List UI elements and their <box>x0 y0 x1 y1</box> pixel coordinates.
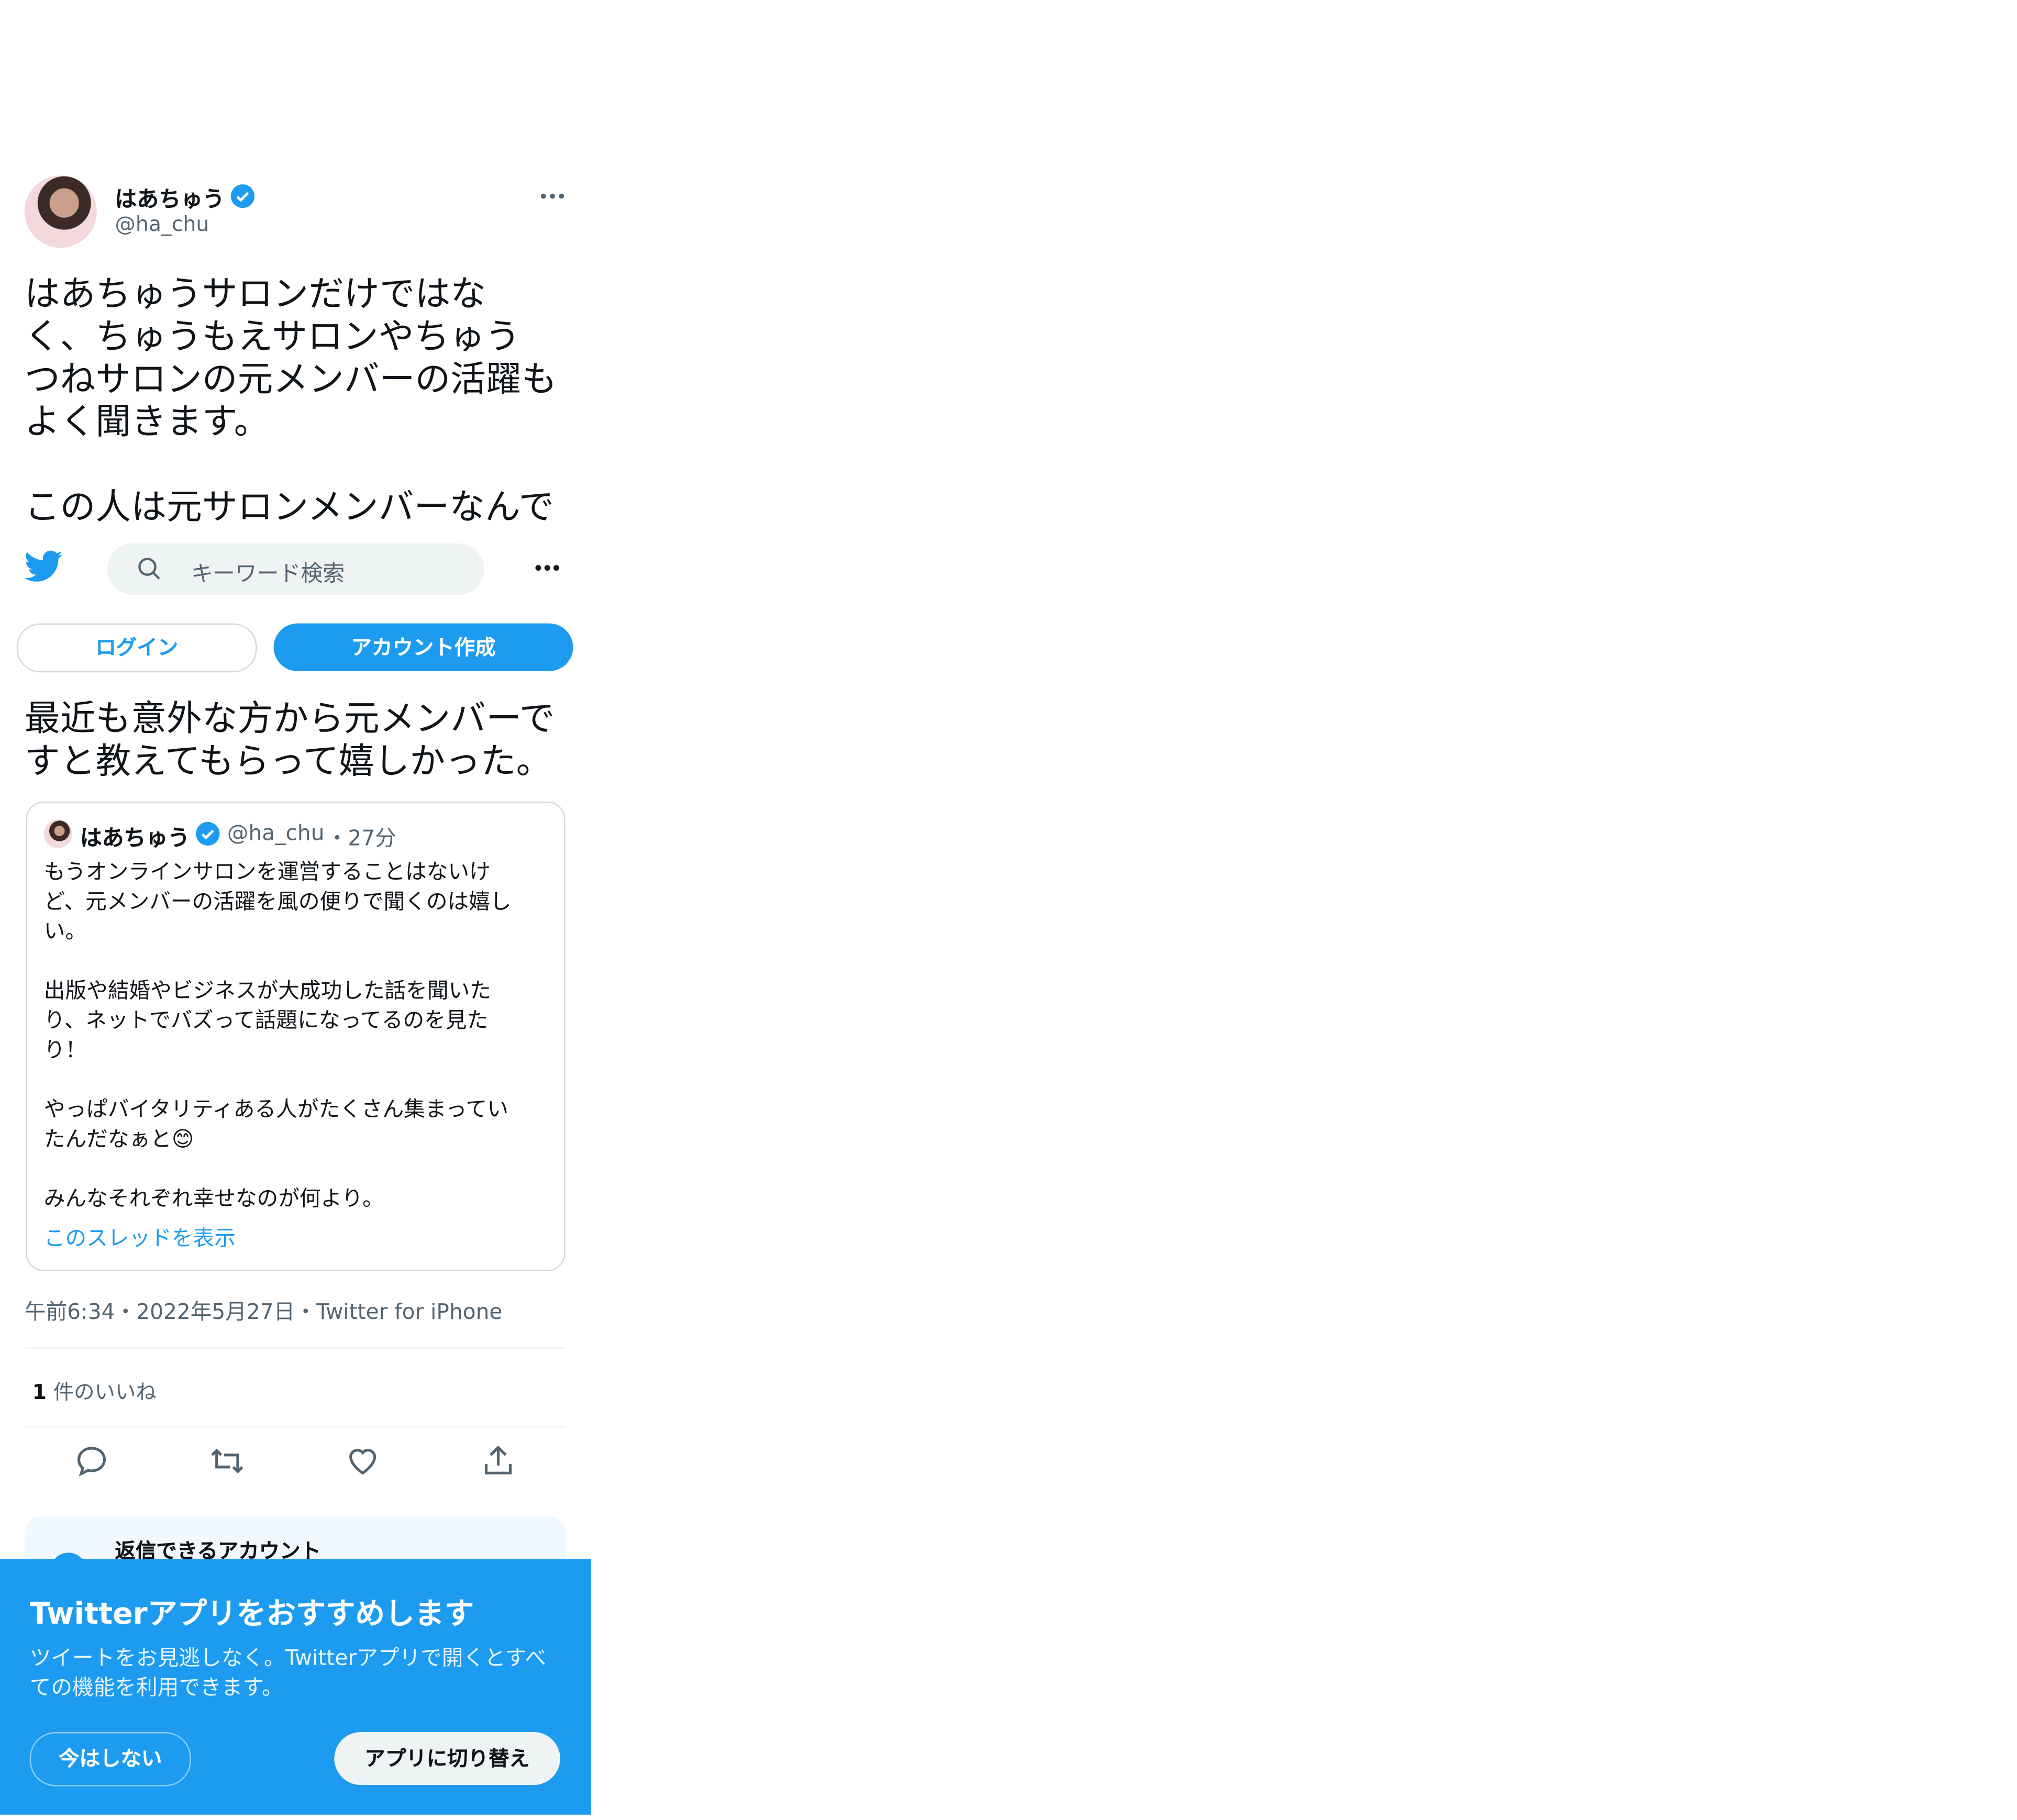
likes-number: 1 <box>32 1380 47 1404</box>
quote-line: やっぱバイタリティある人がたくさん集まってい <box>43 1097 508 1122</box>
quote-line: もうオンラインサロンを運営することはないけ <box>43 859 491 884</box>
login-button[interactable]: ログイン <box>17 623 257 673</box>
switch-to-app-button[interactable]: アプリに切り替え <box>334 1732 560 1785</box>
tweet-line <box>25 444 567 486</box>
signup-button[interactable]: アカウント作成 <box>273 623 573 671</box>
likes-label: 件のいいね <box>47 1380 157 1404</box>
tweet-line: はあちゅうサロンだけではな <box>24 273 486 315</box>
quoted-author-name: はあちゅう <box>80 826 190 852</box>
banner-title: Twitterアプリをおすすめします <box>29 1597 474 1632</box>
quoted-author-handle: @ha_chu <box>227 820 325 846</box>
twitter-bird-icon[interactable] <box>24 550 63 583</box>
tweet-line: よく聞きます。 <box>24 401 270 443</box>
more-icon[interactable] <box>538 187 567 205</box>
tweet-text: はあちゅうサロンだけではな く、ちゅうもえサロンやちゅう つねサロンの元メンバー… <box>25 274 567 529</box>
banner-text: ツイートをお見逃しなく。Twitterアプリで開くとすべ ての機能を利用できます… <box>30 1643 566 1702</box>
quote-line <box>44 1154 547 1184</box>
tweet-line: すと教えてもらって嬉しかった。 <box>24 740 552 782</box>
not-now-button[interactable]: 今はしない <box>29 1732 191 1786</box>
share-icon[interactable] <box>480 1443 516 1479</box>
tweet-line: つねサロンの元メンバーの活躍も <box>24 359 557 401</box>
search-icon <box>138 558 160 580</box>
tweet-text-continued: 最近も意外な方から元メンバーで すと教えてもらって嬉しかった。 <box>25 698 567 784</box>
reply-icon[interactable] <box>74 1443 110 1479</box>
more-menu-icon[interactable] <box>533 560 561 576</box>
divider <box>24 1426 566 1428</box>
banner-line: ての機能を利用できます。 <box>29 1675 283 1700</box>
tweet-line: 最近も意外な方から元メンバーで <box>24 698 555 740</box>
author-handle[interactable]: @ha_chu <box>115 212 209 236</box>
quoted-tweet-text: もうオンラインサロンを運営することはないけ ど、元メンバーの活躍を風の便りで聞く… <box>44 857 547 1213</box>
search-placeholder[interactable]: キーワード検索 <box>191 555 345 587</box>
verified-icon <box>196 822 220 846</box>
quote-line: 出版や結婚やビジネスが大成功した話を聞いた <box>43 978 491 1003</box>
quote-line: り！ <box>43 1037 87 1062</box>
show-thread-link[interactable]: このスレッドを表示 <box>44 1221 236 1252</box>
retweet-icon[interactable] <box>209 1443 245 1479</box>
like-icon[interactable] <box>345 1443 381 1479</box>
quoted-tweet-time: ・27分 <box>326 826 396 851</box>
quote-line: い。 <box>43 919 87 944</box>
divider <box>24 1347 566 1349</box>
verified-icon <box>230 184 255 208</box>
tweet-timestamp[interactable]: 午前6:34・2022年5月27日・Twitter for iPhone <box>25 1294 503 1325</box>
quote-line <box>44 1065 547 1095</box>
quote-line: たんだなぁと😊 <box>43 1126 194 1151</box>
tweet-line: この人は元サロンメンバーなんで <box>24 486 555 528</box>
tweet-line: く、ちゅうもえサロンやちゅう <box>24 316 520 358</box>
quote-line: ど、元メンバーの活躍を風の便りで聞くのは嬉し <box>43 889 512 914</box>
quote-line <box>44 946 547 976</box>
quote-line: り、ネットでバズって話題になってるのを見た <box>43 1008 489 1033</box>
likes-count[interactable]: 1 件のいいね <box>32 1374 157 1405</box>
quote-line: みんなそれぞれ幸せなのが何より。 <box>43 1186 384 1211</box>
author-name[interactable]: はあちゅう <box>115 181 225 213</box>
quoted-author-avatar <box>43 819 73 848</box>
banner-line: ツイートをお見逃しなく。Twitterアプリで開くとすべ <box>29 1645 547 1670</box>
author-avatar[interactable] <box>24 175 97 248</box>
